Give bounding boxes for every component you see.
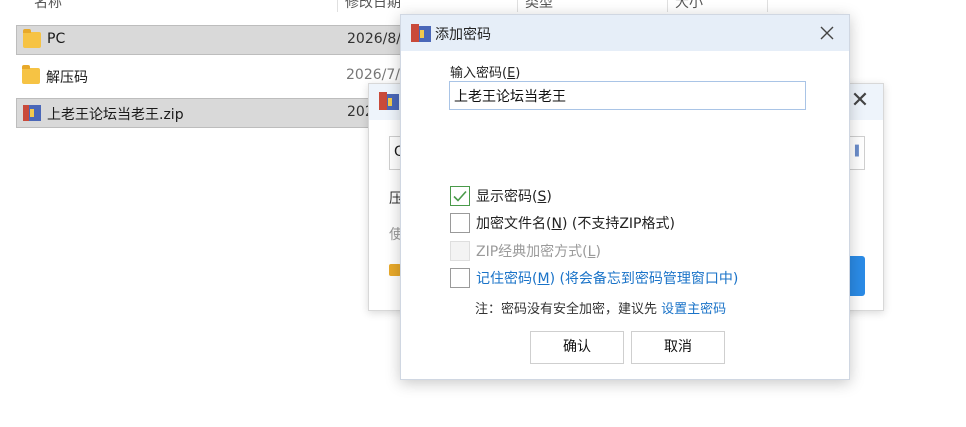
encrypt-filenames-checkbox[interactable]: 加密文件名(N) (不支持ZIP格式) bbox=[450, 212, 675, 234]
checkbox-checked[interactable] bbox=[450, 186, 470, 206]
remember-password-checkbox[interactable]: 记住密码(M) (将会备忘到密码管理窗口中) bbox=[450, 267, 738, 289]
ok-button[interactable]: 确认 bbox=[530, 331, 624, 364]
password-input[interactable] bbox=[449, 81, 806, 110]
add-password-dialog: 添加密码 输入密码(E) 显示密码(S) 加密文件名(N) (不支持ZIP格式)… bbox=[400, 14, 850, 380]
cancel-button[interactable]: 取消 bbox=[631, 331, 725, 364]
dialog-titlebar[interactable]: 添加密码 bbox=[401, 15, 849, 51]
column-separator[interactable] bbox=[517, 0, 518, 12]
checkbox-unchecked[interactable] bbox=[450, 268, 470, 288]
folder-icon bbox=[22, 65, 40, 84]
close-icon[interactable] bbox=[815, 21, 839, 45]
zip-archive-icon bbox=[23, 105, 41, 121]
dialog-title: 添加密码 bbox=[435, 27, 491, 43]
file-name: 上老王论坛当老王.zip bbox=[47, 107, 184, 123]
checkbox-unchecked[interactable] bbox=[450, 213, 470, 233]
column-separator[interactable] bbox=[667, 0, 668, 12]
file-row-pc[interactable]: PC 2026/8/ bbox=[16, 25, 436, 55]
column-separator[interactable] bbox=[337, 0, 338, 12]
security-note: 注：密码没有安全加密，建议先 设置主密码 bbox=[475, 298, 726, 317]
column-header-label: 修改日期 bbox=[345, 0, 401, 11]
file-name: 解压码 bbox=[46, 70, 88, 86]
set-master-password-link[interactable]: 设置主密码 bbox=[661, 302, 726, 317]
show-password-label: 显示密码(S) bbox=[476, 189, 552, 205]
folder-icon bbox=[23, 29, 41, 48]
column-header-date[interactable]: 修改日期 bbox=[345, 0, 515, 12]
remember-password-label: 记住密码(M) (将会备忘到密码管理窗口中) bbox=[476, 271, 739, 287]
zip-classic-encryption-checkbox: ZIP经典加密方式(L) bbox=[450, 240, 601, 262]
note-text: 注：密码没有安全加密，建议先 bbox=[475, 302, 662, 317]
file-date: 2026/8/ bbox=[347, 31, 401, 47]
checkbox-disabled bbox=[450, 241, 470, 261]
bandizip-logo-icon bbox=[411, 24, 431, 42]
password-label: 输入密码(E) bbox=[450, 66, 521, 81]
checkmark-icon bbox=[453, 190, 467, 202]
column-header-label: 名称 bbox=[34, 0, 62, 11]
file-date: 2026/7/ bbox=[346, 67, 400, 83]
column-header-label: 类型 bbox=[525, 0, 553, 11]
dropdown-icon[interactable]: ▐ bbox=[851, 146, 861, 160]
bandizip-logo-icon bbox=[379, 92, 399, 110]
column-separator[interactable] bbox=[767, 0, 768, 12]
column-header-name[interactable]: 名称 bbox=[34, 0, 314, 12]
zip-classic-encryption-label: ZIP经典加密方式(L) bbox=[476, 244, 601, 260]
close-icon[interactable]: ✕ bbox=[847, 88, 873, 114]
column-header-label: 大小 bbox=[675, 0, 703, 11]
column-header-size[interactable]: 大小 bbox=[675, 0, 765, 12]
encrypt-filenames-label: 加密文件名(N) (不支持ZIP格式) bbox=[476, 216, 675, 232]
column-header-type[interactable]: 类型 bbox=[525, 0, 665, 12]
show-password-checkbox[interactable]: 显示密码(S) bbox=[450, 185, 552, 207]
file-name: PC bbox=[47, 31, 66, 47]
